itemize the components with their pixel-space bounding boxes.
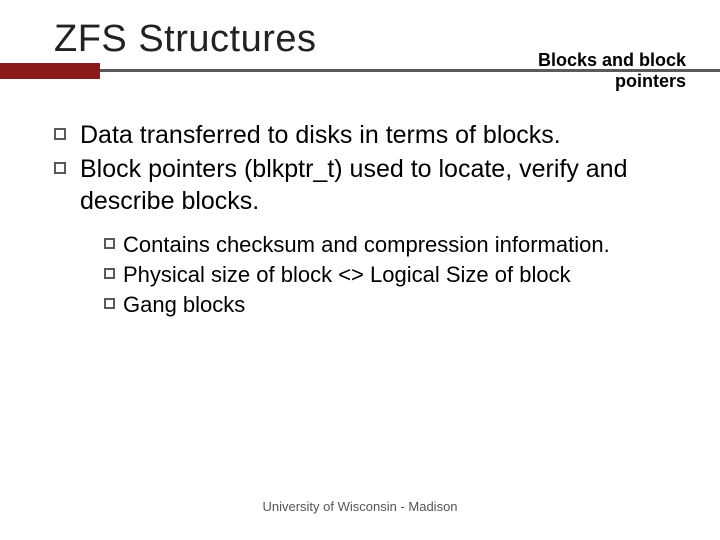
sub-bullet-text: Contains checksum and compression inform… (123, 231, 610, 259)
sub-bullet-item: Contains checksum and compression inform… (104, 231, 680, 259)
slide: ZFS Structures Blocks and block pointers… (0, 0, 720, 540)
sub-bullet-list: Contains checksum and compression inform… (54, 219, 680, 319)
square-bullet-icon (104, 268, 115, 279)
sub-bullet-item: Physical size of block <> Logical Size o… (104, 261, 680, 289)
square-bullet-icon (104, 238, 115, 249)
bullet-text: Data transferred to disks in terms of bl… (80, 119, 561, 151)
horizontal-rule (0, 69, 720, 72)
subtitle-line-1: Blocks and block (538, 50, 686, 70)
bullet-item: Block pointers (blkptr_t) used to locate… (54, 153, 680, 217)
slide-body: Data transferred to disks in terms of bl… (0, 89, 720, 319)
square-bullet-icon (54, 162, 66, 174)
square-bullet-icon (104, 298, 115, 309)
bullet-text: Block pointers (blkptr_t) used to locate… (80, 153, 680, 217)
sub-bullet-item: Gang blocks (104, 291, 680, 319)
square-bullet-icon (54, 128, 66, 140)
footer-text: University of Wisconsin - Madison (0, 499, 720, 514)
sub-bullet-text: Physical size of block <> Logical Size o… (123, 261, 571, 289)
accent-bar (0, 63, 100, 79)
bullet-item: Data transferred to disks in terms of bl… (54, 119, 680, 151)
title-rule (0, 69, 720, 89)
sub-bullet-text: Gang blocks (123, 291, 245, 319)
